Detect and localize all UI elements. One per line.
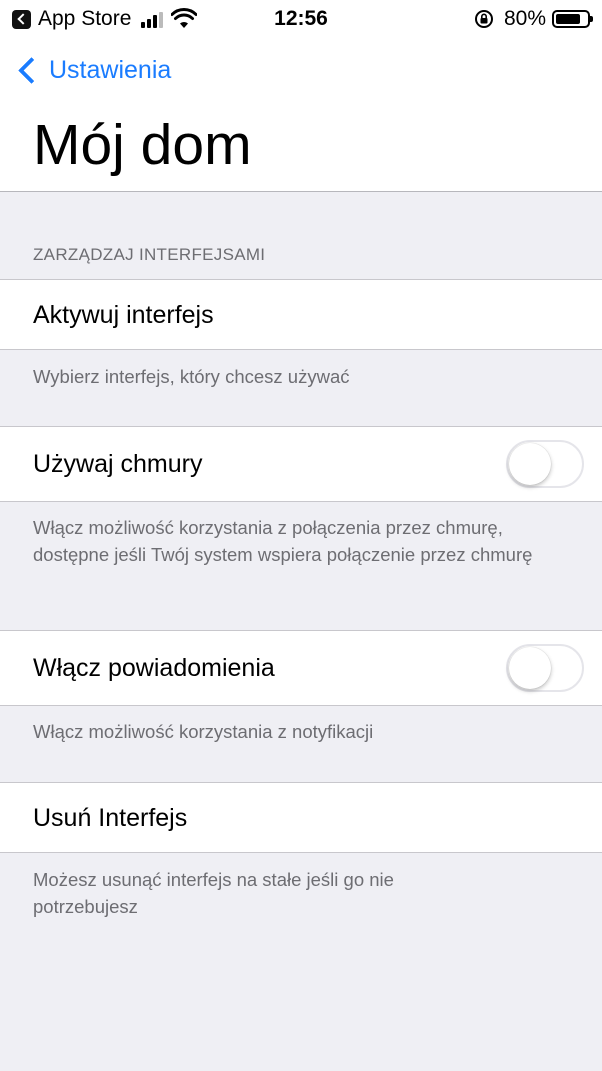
- notifications-toggle[interactable]: [506, 644, 584, 692]
- notifications-footer: Włącz możliwość korzystania z notyfikacj…: [33, 721, 374, 742]
- back-button[interactable]: Ustawienia: [16, 56, 171, 85]
- use-cloud-row: Używaj chmury: [0, 426, 602, 502]
- orientation-lock-icon: [474, 10, 493, 28]
- use-cloud-footer: Włącz możliwość korzystania z połączenia…: [33, 517, 533, 565]
- battery-icon: [552, 10, 593, 28]
- section-header: ZARZĄDZAJ INTERFEJSAMI: [33, 245, 266, 264]
- status-bar-right: 80%: [474, 7, 593, 31]
- navigation-bar: Ustawienia Mój dom: [0, 40, 602, 192]
- toggle-knob: [509, 443, 551, 485]
- back-button-label: Ustawienia: [49, 56, 172, 84]
- status-bar: App Store 12:56 80%: [0, 0, 602, 40]
- use-cloud-label: Używaj chmury: [33, 450, 203, 478]
- activate-interface-footer: Wybierz interfejs, który chcesz używać: [33, 366, 350, 387]
- remove-interface-footer: Możesz usunąć interfejs na stałe jeśli g…: [33, 869, 394, 917]
- remove-interface-row[interactable]: Usuń Interfejs: [0, 782, 602, 853]
- activate-interface-row[interactable]: Aktywuj interfejs: [0, 279, 602, 350]
- notifications-row: Włącz powiadomienia: [0, 630, 602, 706]
- activate-interface-label: Aktywuj interfejs: [33, 301, 214, 329]
- chevron-left-icon: [18, 57, 45, 84]
- toggle-knob: [509, 647, 551, 689]
- battery-percentage: 80%: [503, 7, 546, 30]
- page-title: Mój dom: [33, 113, 252, 177]
- use-cloud-toggle[interactable]: [506, 440, 584, 488]
- notifications-label: Włącz powiadomienia: [33, 654, 275, 682]
- remove-interface-label: Usuń Interfejs: [33, 804, 188, 832]
